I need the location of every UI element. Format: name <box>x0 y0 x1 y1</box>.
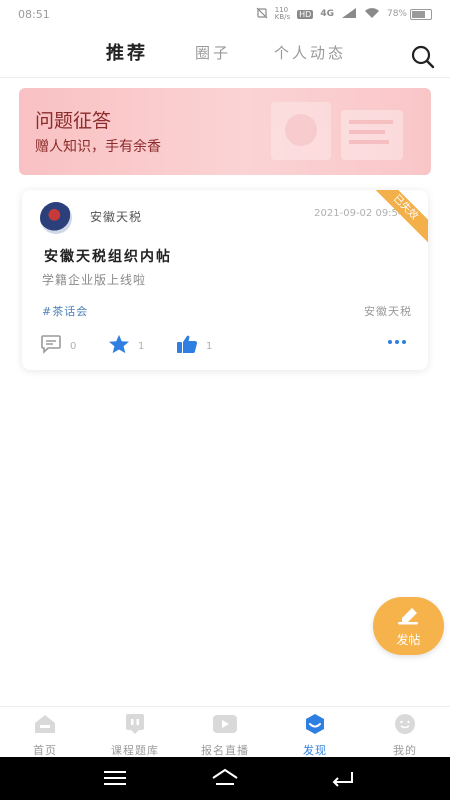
star-icon <box>108 334 130 358</box>
bottom-nav: 首页 课程题库 报名直播 发现 我的 <box>0 706 450 758</box>
system-nav-bar <box>0 757 450 800</box>
thumbs-up-icon <box>176 334 198 358</box>
home-button-icon[interactable] <box>210 766 240 790</box>
post-actions: 0 1 1 <box>22 330 428 360</box>
status-ribbon: 已失效 <box>368 190 428 250</box>
more-options-icon[interactable] <box>388 340 406 344</box>
qa-banner[interactable]: 问题征答 赠人知识，手有余香 <box>19 88 431 175</box>
status-time: 08:51 <box>18 7 50 21</box>
tab-personal-feed[interactable]: 个人动态 <box>274 42 346 63</box>
banner-subtitle: 赠人知识，手有余香 <box>35 139 161 155</box>
nav-question-bank[interactable]: 课程题库 <box>90 713 180 758</box>
post-tag[interactable]: #茶话会 <box>42 303 88 319</box>
nav-live-label: 报名直播 <box>201 744 249 757</box>
net-speed: 110 KB/s <box>274 6 291 21</box>
nav-home[interactable]: 首页 <box>0 713 90 758</box>
dnd-icon <box>256 7 268 22</box>
comment-button[interactable]: 0 <box>40 334 76 358</box>
hd-badge: HD <box>297 9 314 19</box>
nav-home-label: 首页 <box>33 744 57 757</box>
comment-icon <box>40 334 62 358</box>
comment-count: 0 <box>70 340 77 352</box>
battery-icon <box>410 8 432 20</box>
post-circle[interactable]: 安徽天税 <box>364 303 412 319</box>
nav-discover[interactable]: 发现 <box>270 713 360 758</box>
nav-live[interactable]: 报名直播 <box>180 713 270 758</box>
post-card[interactable]: 安徽天税 2021-09-02 09:54:2 已失效 安徽天税组织内帖 学籍企… <box>22 190 428 370</box>
post-author[interactable]: 安徽天税 <box>90 208 142 225</box>
top-tabs: 推荐 圈子 个人动态 <box>0 36 450 76</box>
tab-circle[interactable]: 圈子 <box>195 42 231 63</box>
profile-icon <box>395 714 415 734</box>
cell-signal-icon <box>341 7 357 22</box>
search-icon[interactable] <box>410 44 436 70</box>
battery: 78% <box>386 8 432 20</box>
new-post-button[interactable]: 发帖 <box>373 597 444 655</box>
avatar[interactable] <box>40 202 72 234</box>
post-title[interactable]: 安徽天税组织内帖 <box>44 246 172 266</box>
battery-text: 78% <box>386 9 407 19</box>
screen: 08:51 110 KB/s HD 4G 78% 推荐 圈子 个人动态 问题征答… <box>0 0 450 800</box>
post-body: 学籍企业版上线啦 <box>42 273 147 287</box>
nav-profile[interactable]: 我的 <box>360 713 450 758</box>
nav-profile-label: 我的 <box>393 744 417 757</box>
menu-icon[interactable] <box>100 766 130 790</box>
ribbon-label: 已失效 <box>368 190 428 246</box>
top-divider <box>0 77 450 78</box>
nav-question-bank-label: 课程题库 <box>111 744 159 757</box>
tab-recommend[interactable]: 推荐 <box>106 39 148 65</box>
live-play-icon <box>213 715 237 733</box>
question-bank-icon <box>126 714 144 734</box>
like-count: 1 <box>206 340 213 352</box>
like-button[interactable]: 1 <box>176 334 212 358</box>
favorite-button[interactable]: 1 <box>108 334 144 358</box>
signal-4g: 4G <box>320 9 334 19</box>
discover-icon <box>306 714 324 734</box>
nav-discover-label: 发现 <box>303 744 327 757</box>
new-post-label: 发帖 <box>396 633 421 647</box>
home-icon <box>35 715 55 733</box>
status-icons: 110 KB/s HD 4G 78% <box>256 7 432 22</box>
wifi-icon <box>364 7 380 22</box>
banner-title: 问题征答 <box>35 110 112 132</box>
status-bar: 08:51 110 KB/s HD 4G 78% <box>0 0 450 28</box>
banner-illustration <box>271 102 403 160</box>
back-icon[interactable] <box>328 766 358 790</box>
favorite-count: 1 <box>138 340 145 352</box>
edit-icon <box>398 608 418 625</box>
